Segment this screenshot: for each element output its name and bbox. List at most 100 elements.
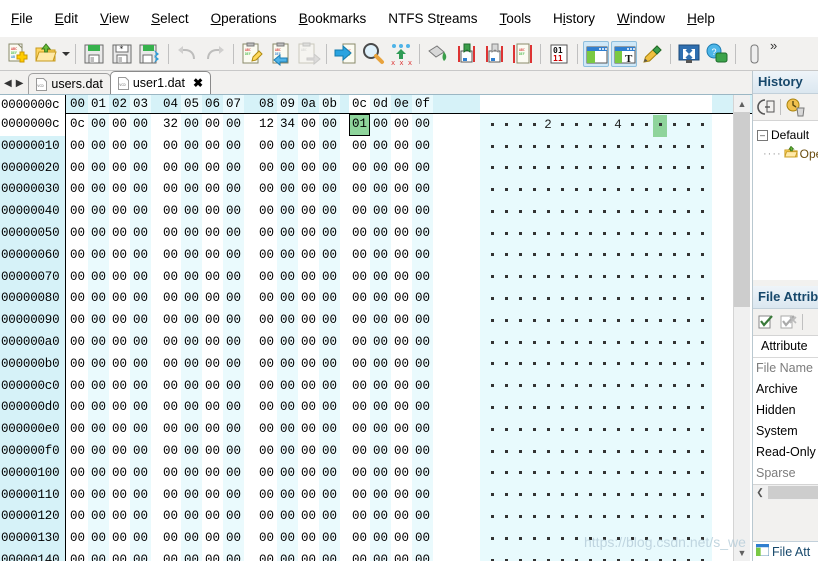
hex-byte[interactable]: 00 [130,440,151,463]
hex-byte[interactable]: 00 [130,310,151,332]
hex-byte[interactable]: 00 [109,376,130,398]
ascii-char[interactable] [583,311,597,333]
ascii-char[interactable] [597,507,611,529]
ascii-char[interactable] [625,246,639,268]
hex-byte[interactable]: 00 [349,136,370,158]
hex-byte[interactable]: 00 [370,506,391,529]
hex-byte[interactable]: 00 [88,528,109,550]
ascii-char[interactable] [555,246,569,268]
ascii-char[interactable] [513,246,527,268]
hex-byte[interactable]: 00 [160,397,181,419]
hex-byte[interactable]: 00 [370,222,391,245]
ascii-char[interactable] [569,464,583,486]
ascii-char[interactable] [639,311,653,333]
bookmark-add-icon[interactable] [453,41,479,67]
hex-byte[interactable]: 00 [109,179,130,201]
hex-byte[interactable]: 00 [67,354,88,376]
ascii-char[interactable] [611,398,625,420]
ascii-char[interactable] [625,311,639,333]
hex-byte[interactable]: 00 [298,223,319,245]
ascii-char[interactable] [681,333,695,355]
hex-byte[interactable]: 00 [181,419,202,441]
ascii-char[interactable] [555,333,569,355]
hex-byte[interactable]: 00 [391,354,412,376]
ascii-char[interactable] [681,268,695,290]
hex-byte[interactable]: 00 [370,201,391,223]
ascii-row[interactable] [480,354,712,376]
hex-byte[interactable]: 00 [319,549,340,561]
ascii-char[interactable] [625,115,639,137]
hex-byte[interactable]: 00 [130,288,151,311]
ascii-char[interactable] [513,137,527,159]
ascii-row[interactable] [480,485,712,507]
ascii-char[interactable] [555,355,569,377]
hex-byte[interactable]: 00 [181,462,202,485]
hex-byte[interactable]: 00 [349,201,370,223]
hex-byte[interactable]: 00 [160,441,181,463]
ascii-char[interactable] [499,377,513,399]
hex-byte[interactable]: 00 [202,376,223,398]
hex-byte[interactable]: 00 [319,288,340,311]
hex-byte[interactable]: 00 [181,157,202,180]
hex-byte[interactable]: 00 [202,528,223,550]
ascii-char[interactable] [499,529,513,551]
hex-byte[interactable]: 00 [298,485,319,507]
ascii-char[interactable] [695,224,709,246]
hex-byte[interactable]: 00 [391,201,412,223]
hex-byte[interactable]: 00 [349,354,370,376]
hex-byte[interactable]: 32 [160,114,181,136]
hex-row[interactable]: 00 00 00 00 00 00 00 00 00 00 00 00 00 00 00 00 [67,506,433,529]
hex-byte[interactable]: 00 [277,397,298,420]
hex-byte[interactable]: 00 [412,179,433,202]
hex-byte[interactable]: 00 [223,179,244,202]
hex-byte[interactable]: 00 [319,310,340,332]
hex-byte[interactable]: 00 [181,353,202,376]
hex-byte[interactable]: 00 [160,223,181,245]
ascii-char[interactable] [695,529,709,551]
ascii-char[interactable] [555,377,569,399]
hex-byte[interactable]: 00 [181,135,202,158]
ascii-char[interactable] [695,464,709,486]
ascii-char[interactable] [527,486,541,508]
hex-byte[interactable]: 00 [223,135,244,158]
ascii-char[interactable] [527,311,541,333]
hex-byte[interactable]: 00 [391,245,412,267]
hex-byte[interactable]: 00 [391,441,412,463]
hex-byte[interactable]: 00 [109,506,130,528]
undo-icon[interactable] [174,41,200,67]
hex-byte[interactable]: 00 [181,528,202,550]
ascii-char[interactable] [611,551,625,561]
ascii-char[interactable] [527,137,541,159]
hex-byte[interactable]: 00 [319,222,340,245]
hex-byte[interactable]: 00 [181,375,202,398]
ascii-char[interactable] [485,377,499,399]
column-index-0e[interactable]: 0e [391,95,412,113]
menu-item-tools[interactable]: Tools [489,8,543,29]
ascii-char[interactable] [639,224,653,246]
hex-row[interactable]: 00 00 00 00 00 00 00 00 00 00 00 00 00 00 00 00 [67,266,433,289]
ascii-char[interactable] [625,551,639,561]
ascii-char[interactable] [625,486,639,508]
hex-byte[interactable]: 00 [256,310,277,332]
hex-byte[interactable]: 00 [349,528,370,550]
hex-byte[interactable]: 00 [130,244,151,267]
hex-byte[interactable]: 00 [370,288,391,311]
ascii-char[interactable] [485,355,499,377]
ascii-char[interactable] [513,333,527,355]
hex-byte[interactable]: 00 [67,332,88,354]
ascii-char[interactable] [667,398,681,420]
ascii-char[interactable] [499,289,513,311]
document-tab-user1-dat[interactable]: VCD user1.dat ✖ [109,71,212,94]
ascii-char[interactable] [667,311,681,333]
hex-byte[interactable]: 00 [256,397,277,419]
ascii-row[interactable] [480,158,712,180]
hex-byte[interactable]: 00 [202,550,223,561]
ascii-char[interactable] [583,202,597,224]
ascii-row[interactable] [480,267,712,289]
hex-byte[interactable]: 00 [88,288,109,311]
hex-byte[interactable]: 00 [319,397,340,420]
hex-byte[interactable]: 00 [256,201,277,223]
hex-byte[interactable]: 00 [370,157,391,180]
ascii-char[interactable] [513,202,527,224]
hex-byte[interactable]: 00 [67,550,88,561]
